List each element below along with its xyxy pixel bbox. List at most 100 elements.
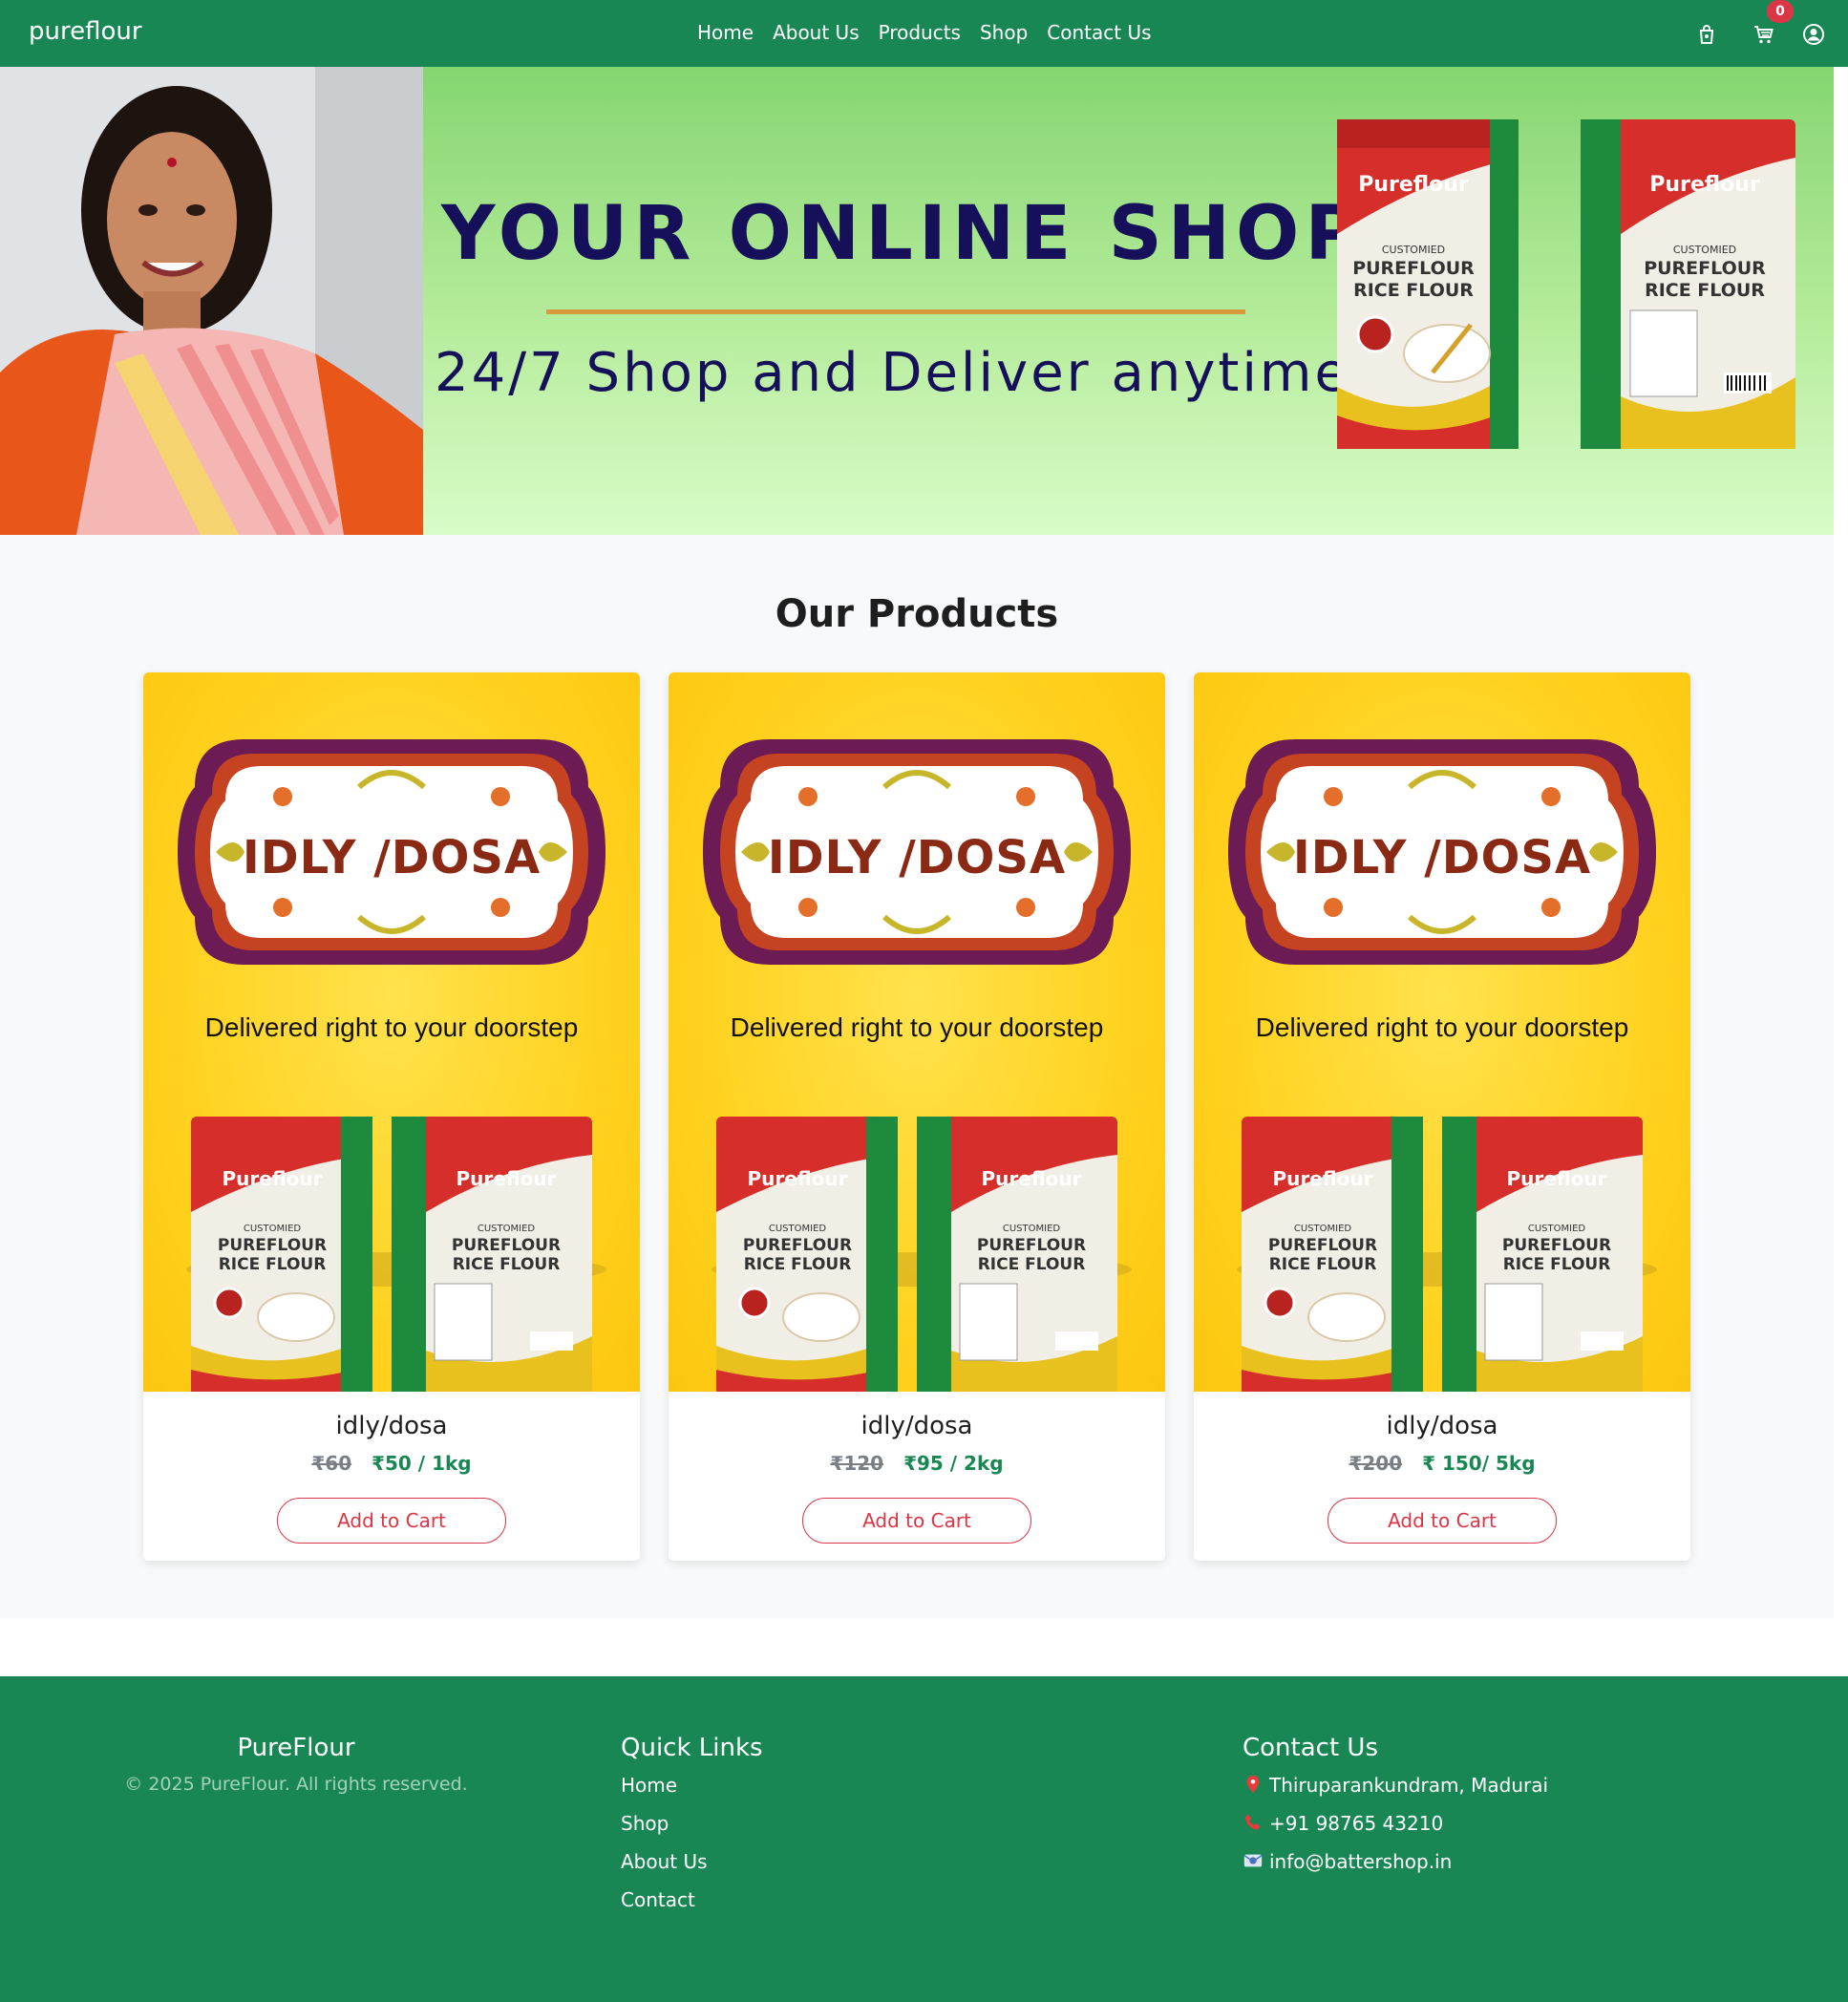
svg-text:RICE FLOUR: RICE FLOUR <box>1645 280 1765 301</box>
contact-address-text: Thiruparankundram, Madurai <box>1269 1774 1549 1797</box>
svg-text:CUSTOMIED: CUSTOMIED <box>1003 1224 1061 1234</box>
product-card: IDLY /DOSA Delivered right to your doors… <box>1194 672 1690 1561</box>
product-packs-graphic: Pureflour CUSTOMIED PUREFLOUR RICE FLOUR… <box>186 1117 606 1392</box>
svg-text:PUREFLOUR: PUREFLOUR <box>1352 258 1475 279</box>
hero-title: YOUR ONLINE SHOP <box>441 191 1366 277</box>
svg-text:RICE FLOUR: RICE FLOUR <box>1353 280 1474 301</box>
product-tagline: Delivered right to your doorstep <box>730 1012 1104 1042</box>
svg-text:Pureflour: Pureflour <box>1273 1167 1373 1190</box>
contact-address: Thiruparankundram, Madurai <box>1243 1774 1548 1812</box>
user-icon[interactable] <box>1802 23 1825 46</box>
nav-links: Home About Us Products Shop Contact Us <box>697 21 1152 44</box>
product-image[interactable]: IDLY /DOSA Delivered right to your doors… <box>669 672 1165 1392</box>
svg-text:Pureflour: Pureflour <box>1649 173 1760 197</box>
svg-text:RICE FLOUR: RICE FLOUR <box>1503 1255 1611 1274</box>
svg-text:PUREFLOUR: PUREFLOUR <box>743 1236 852 1255</box>
svg-text:Pureflour: Pureflour <box>982 1167 1082 1190</box>
old-price: ₹60 <box>311 1452 352 1475</box>
svg-text:PUREFLOUR: PUREFLOUR <box>452 1236 561 1255</box>
phone-icon <box>1243 1812 1264 1833</box>
contact-email-text[interactable]: info@battershop.in <box>1269 1850 1452 1873</box>
footer-link-shop[interactable]: Shop <box>621 1812 708 1850</box>
contact-phone: +91 98765 43210 <box>1243 1812 1548 1850</box>
product-image[interactable]: IDLY /DOSA Delivered right to your doors… <box>143 672 640 1392</box>
product-label-title: IDLY /DOSA <box>1292 831 1592 884</box>
product-price: ₹200 ₹ 150/ 5kg <box>1194 1452 1690 1475</box>
footer-brand: PureFlour <box>237 1734 355 1762</box>
svg-text:Pureflour: Pureflour <box>223 1167 323 1190</box>
product-tagline: Delivered right to your doorstep <box>1255 1012 1629 1042</box>
product-packs-graphic: Pureflour CUSTOMIED PUREFLOUR RICE FLOUR… <box>1237 1117 1657 1392</box>
product-card: IDLY /DOSA Delivered right to your doors… <box>669 672 1165 1561</box>
footer-link-contact[interactable]: Contact <box>621 1888 708 1927</box>
product-image[interactable]: IDLY /DOSA Delivered right to your doors… <box>1194 672 1690 1392</box>
nav-link-products[interactable]: Products <box>879 21 961 44</box>
svg-text:Pureflour: Pureflour <box>748 1167 848 1190</box>
quick-links-list: Home Shop About Us Contact <box>621 1774 708 1927</box>
map-pin-icon <box>1243 1774 1264 1795</box>
new-price: ₹50 / 1kg <box>372 1452 472 1475</box>
svg-text:RICE FLOUR: RICE FLOUR <box>744 1255 852 1274</box>
contact-heading: Contact Us <box>1243 1734 1378 1762</box>
new-price: ₹ 150/ 5kg <box>1422 1452 1536 1475</box>
quick-links-heading: Quick Links <box>621 1734 763 1762</box>
svg-text:CUSTOMIED: CUSTOMIED <box>769 1224 827 1234</box>
svg-text:CUSTOMIED: CUSTOMIED <box>1294 1224 1352 1234</box>
footer-link-about[interactable]: About Us <box>621 1850 708 1888</box>
site-footer: PureFlour © 2025 PureFlour. All rights r… <box>0 1676 1848 2002</box>
svg-text:CUSTOMIED: CUSTOMIED <box>1382 244 1445 256</box>
svg-text:RICE FLOUR: RICE FLOUR <box>453 1255 561 1274</box>
hero-pack-front: Pureflour CUSTOMIED PUREFLOUR RICE FLOUR <box>1337 119 1519 449</box>
svg-text:CUSTOMIED: CUSTOMIED <box>1673 244 1736 256</box>
products-heading: Our Products <box>775 592 1059 636</box>
svg-text:CUSTOMIED: CUSTOMIED <box>244 1224 302 1234</box>
products-section: Our Products IDLY /DOSA Delivered right … <box>0 535 1834 1618</box>
product-card: IDLY /DOSA Delivered right to your doors… <box>143 672 640 1561</box>
old-price: ₹200 <box>1349 1452 1403 1475</box>
svg-text:RICE FLOUR: RICE FLOUR <box>978 1255 1086 1274</box>
svg-text:PUREFLOUR: PUREFLOUR <box>977 1236 1086 1255</box>
hero-divider <box>546 309 1245 314</box>
hero-pack-back: Pureflour CUSTOMIED PUREFLOUR RICE FLOUR <box>1581 119 1795 449</box>
add-to-cart-button[interactable]: Add to Cart <box>802 1498 1031 1544</box>
contact-email: info@battershop.in <box>1243 1850 1548 1888</box>
email-icon <box>1243 1850 1264 1871</box>
nav-link-about[interactable]: About Us <box>773 21 860 44</box>
top-navbar: pureflour Home About Us Products Shop Co… <box>0 0 1848 67</box>
hero-banner: YOUR ONLINE SHOP 24/7 Shop and Deliver a… <box>0 67 1834 535</box>
product-label-title: IDLY /DOSA <box>767 831 1067 884</box>
old-price: ₹120 <box>830 1452 884 1475</box>
add-to-cart-button[interactable]: Add to Cart <box>277 1498 506 1544</box>
svg-text:CUSTOMIED: CUSTOMIED <box>478 1224 536 1234</box>
footer-copyright: © 2025 PureFlour. All rights reserved. <box>124 1774 468 1795</box>
new-price: ₹95 / 2kg <box>903 1452 1004 1475</box>
product-price: ₹120 ₹95 / 2kg <box>669 1452 1165 1475</box>
cart-count-badge: 0 <box>1767 0 1794 23</box>
nav-link-shop[interactable]: Shop <box>980 21 1028 44</box>
svg-text:Pureflour: Pureflour <box>1358 173 1469 197</box>
svg-text:CUSTOMIED: CUSTOMIED <box>1528 1224 1586 1234</box>
product-label-title: IDLY /DOSA <box>242 831 542 884</box>
nav-link-home[interactable]: Home <box>697 21 754 44</box>
nav-link-contact[interactable]: Contact Us <box>1047 21 1151 44</box>
svg-text:PUREFLOUR: PUREFLOUR <box>1644 258 1766 279</box>
add-to-cart-button[interactable]: Add to Cart <box>1328 1498 1557 1544</box>
product-price: ₹60 ₹50 / 1kg <box>143 1452 640 1475</box>
product-name: idly/dosa <box>860 1412 973 1440</box>
contact-phone-text[interactable]: +91 98765 43210 <box>1269 1812 1443 1835</box>
nav-icon-group: 0 <box>1657 0 1848 67</box>
svg-text:Pureflour: Pureflour <box>1507 1167 1607 1190</box>
svg-text:RICE FLOUR: RICE FLOUR <box>1269 1255 1377 1274</box>
svg-text:RICE FLOUR: RICE FLOUR <box>219 1255 327 1274</box>
footer-link-home[interactable]: Home <box>621 1774 708 1812</box>
svg-text:PUREFLOUR: PUREFLOUR <box>1268 1236 1377 1255</box>
cart-icon[interactable] <box>1752 23 1775 46</box>
bag-icon[interactable] <box>1695 23 1718 46</box>
svg-text:PUREFLOUR: PUREFLOUR <box>218 1236 327 1255</box>
product-packs-graphic: Pureflour CUSTOMIED PUREFLOUR RICE FLOUR… <box>712 1117 1132 1392</box>
hero-woman-image <box>0 67 423 535</box>
contact-list: Thiruparankundram, Madurai +91 98765 432… <box>1243 1774 1548 1888</box>
svg-text:Pureflour: Pureflour <box>457 1167 557 1190</box>
product-tagline: Delivered right to your doorstep <box>204 1012 579 1042</box>
brand-logo[interactable]: pureflour <box>29 17 142 46</box>
